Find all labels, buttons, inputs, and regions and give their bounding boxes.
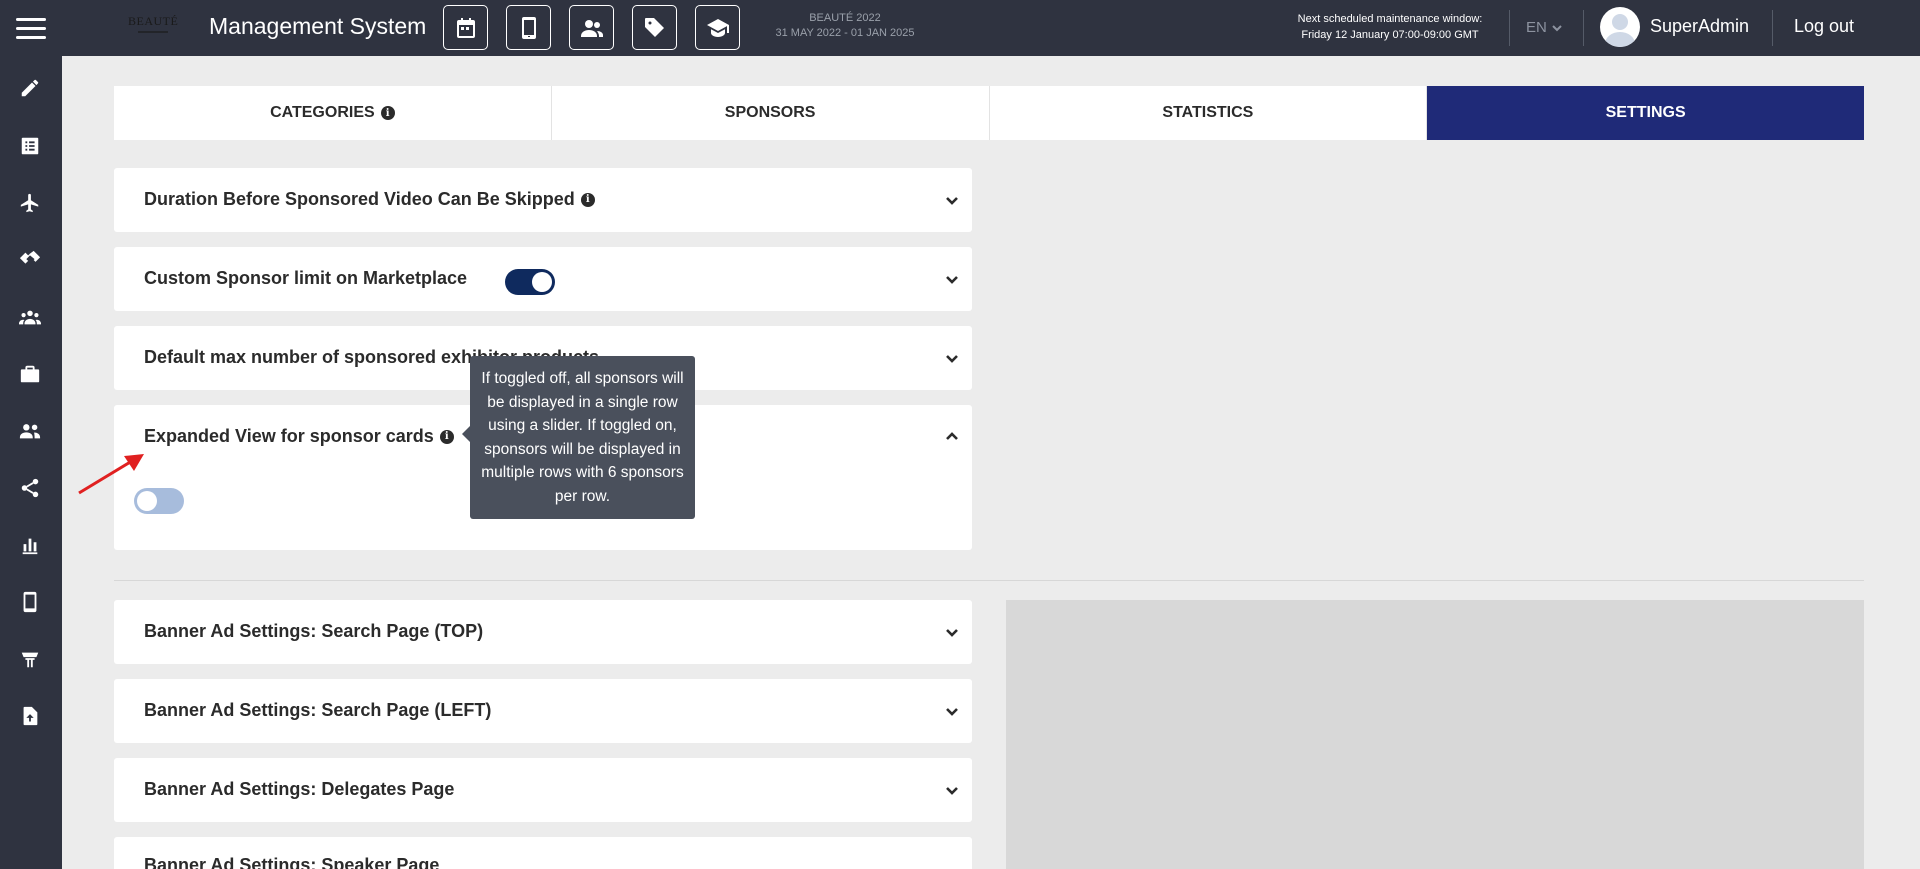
chevron-down-icon[interactable] bbox=[944, 624, 960, 640]
tab-bar: CATEGORIES i SPONSORS STATISTICS SETTING… bbox=[114, 86, 1864, 140]
panel-title: Custom Sponsor limit on Marketplace bbox=[144, 268, 468, 288]
mobile-icon bbox=[521, 16, 536, 39]
chevron-down-icon[interactable] bbox=[944, 782, 960, 798]
education-button[interactable] bbox=[695, 5, 740, 50]
tag-icon bbox=[644, 17, 664, 37]
chevron-up-icon[interactable] bbox=[944, 429, 960, 445]
graduation-cap-icon bbox=[706, 18, 729, 37]
divider bbox=[1509, 10, 1510, 46]
chevron-down-icon[interactable] bbox=[944, 271, 960, 287]
maintenance-label: Next scheduled maintenance window: bbox=[1297, 13, 1483, 25]
maintenance-notice: Next scheduled maintenance window: Frida… bbox=[1290, 11, 1490, 43]
calendar-icon bbox=[456, 17, 475, 38]
username[interactable]: SuperAdmin bbox=[1650, 16, 1749, 37]
accordion-duration-skip[interactable]: Duration Before Sponsored Video Can Be S… bbox=[114, 168, 972, 232]
mobile-icon[interactable] bbox=[19, 591, 43, 615]
accordion-banner-search-top[interactable]: Banner Ad Settings: Search Page (TOP) bbox=[114, 600, 972, 664]
custom-limit-toggle[interactable] bbox=[505, 269, 555, 295]
group-icon[interactable] bbox=[19, 306, 43, 330]
section-divider bbox=[114, 580, 1864, 581]
tab-sponsors[interactable]: SPONSORS bbox=[552, 86, 990, 140]
tab-label: SETTINGS bbox=[1605, 104, 1686, 121]
accordion-banner-delegates[interactable]: Banner Ad Settings: Delegates Page bbox=[114, 758, 972, 822]
hamburger-menu-icon[interactable] bbox=[16, 18, 46, 40]
chevron-down-icon bbox=[1552, 24, 1562, 31]
panel-title: Banner Ad Settings: Speaker Page bbox=[144, 855, 440, 869]
chevron-down-icon[interactable] bbox=[944, 350, 960, 366]
annotation-arrow-icon bbox=[78, 454, 144, 495]
calendar-button[interactable] bbox=[443, 5, 488, 50]
panel-title: Duration Before Sponsored Video Can Be S… bbox=[144, 189, 575, 209]
chevron-down-icon[interactable] bbox=[944, 192, 960, 208]
event-name: BEAUTÉ 2022 bbox=[809, 12, 881, 24]
share-icon[interactable] bbox=[19, 477, 43, 501]
tab-categories[interactable]: CATEGORIES i bbox=[114, 86, 552, 140]
sidebar bbox=[0, 56, 62, 869]
tag-button[interactable] bbox=[632, 5, 677, 50]
booth-icon[interactable] bbox=[19, 648, 43, 672]
panel-title: Banner Ad Settings: Search Page (TOP) bbox=[144, 621, 484, 641]
info-icon[interactable]: i bbox=[580, 192, 595, 207]
banner-preview-area bbox=[1006, 600, 1864, 869]
language-selector[interactable]: EN bbox=[1526, 19, 1563, 36]
panel-title: Banner Ad Settings: Search Page (LEFT) bbox=[144, 700, 492, 720]
app-title: Management System bbox=[209, 13, 427, 39]
event-dates: 31 MAY 2022 - 01 JAN 2025 bbox=[775, 27, 915, 39]
accordion-banner-search-left[interactable]: Banner Ad Settings: Search Page (LEFT) bbox=[114, 679, 972, 743]
brand-logo: BEAUTÉ bbox=[128, 14, 178, 40]
plane-icon[interactable] bbox=[19, 192, 43, 216]
tab-settings[interactable]: SETTINGS bbox=[1427, 86, 1864, 140]
handshake-icon[interactable] bbox=[19, 249, 43, 273]
panel-title: Expanded View for sponsor cards bbox=[144, 426, 434, 446]
chevron-down-icon[interactable] bbox=[944, 703, 960, 719]
tab-label: STATISTICS bbox=[1162, 104, 1254, 121]
tab-label: SPONSORS bbox=[724, 104, 816, 121]
pencil-icon[interactable] bbox=[19, 77, 43, 101]
briefcase-icon[interactable] bbox=[19, 363, 43, 387]
users-button[interactable] bbox=[569, 5, 614, 50]
event-info: BEAUTÉ 2022 31 MAY 2022 - 01 JAN 2025 bbox=[760, 11, 930, 41]
info-icon[interactable]: i bbox=[380, 106, 395, 120]
tab-label: CATEGORIES bbox=[270, 104, 375, 121]
logout-button[interactable]: Log out bbox=[1794, 16, 1854, 37]
bar-chart-icon[interactable] bbox=[19, 534, 43, 558]
accordion-custom-sponsor-limit[interactable]: Custom Sponsor limit on Marketplace bbox=[114, 247, 972, 311]
maintenance-time: Friday 12 January 07:00-09:00 GMT bbox=[1301, 29, 1479, 41]
info-icon[interactable]: i bbox=[439, 429, 454, 444]
language-label: EN bbox=[1526, 19, 1547, 36]
file-upload-icon[interactable] bbox=[19, 705, 43, 729]
top-bar: BEAUTÉ Management System BEAUTÉ 2022 31 … bbox=[0, 0, 1920, 56]
info-tooltip: If toggled off, all sponsors will be dis… bbox=[462, 356, 695, 519]
tab-statistics[interactable]: STATISTICS bbox=[990, 86, 1428, 140]
accordion-banner-speaker[interactable]: Banner Ad Settings: Speaker Page bbox=[114, 837, 972, 869]
people-icon[interactable] bbox=[19, 420, 43, 444]
divider bbox=[1583, 10, 1584, 46]
divider bbox=[1772, 10, 1773, 46]
list-icon[interactable] bbox=[19, 135, 43, 159]
mobile-button[interactable] bbox=[506, 5, 551, 50]
panel-title: Banner Ad Settings: Delegates Page bbox=[144, 779, 455, 799]
avatar[interactable] bbox=[1600, 7, 1640, 47]
users-icon bbox=[580, 19, 603, 37]
